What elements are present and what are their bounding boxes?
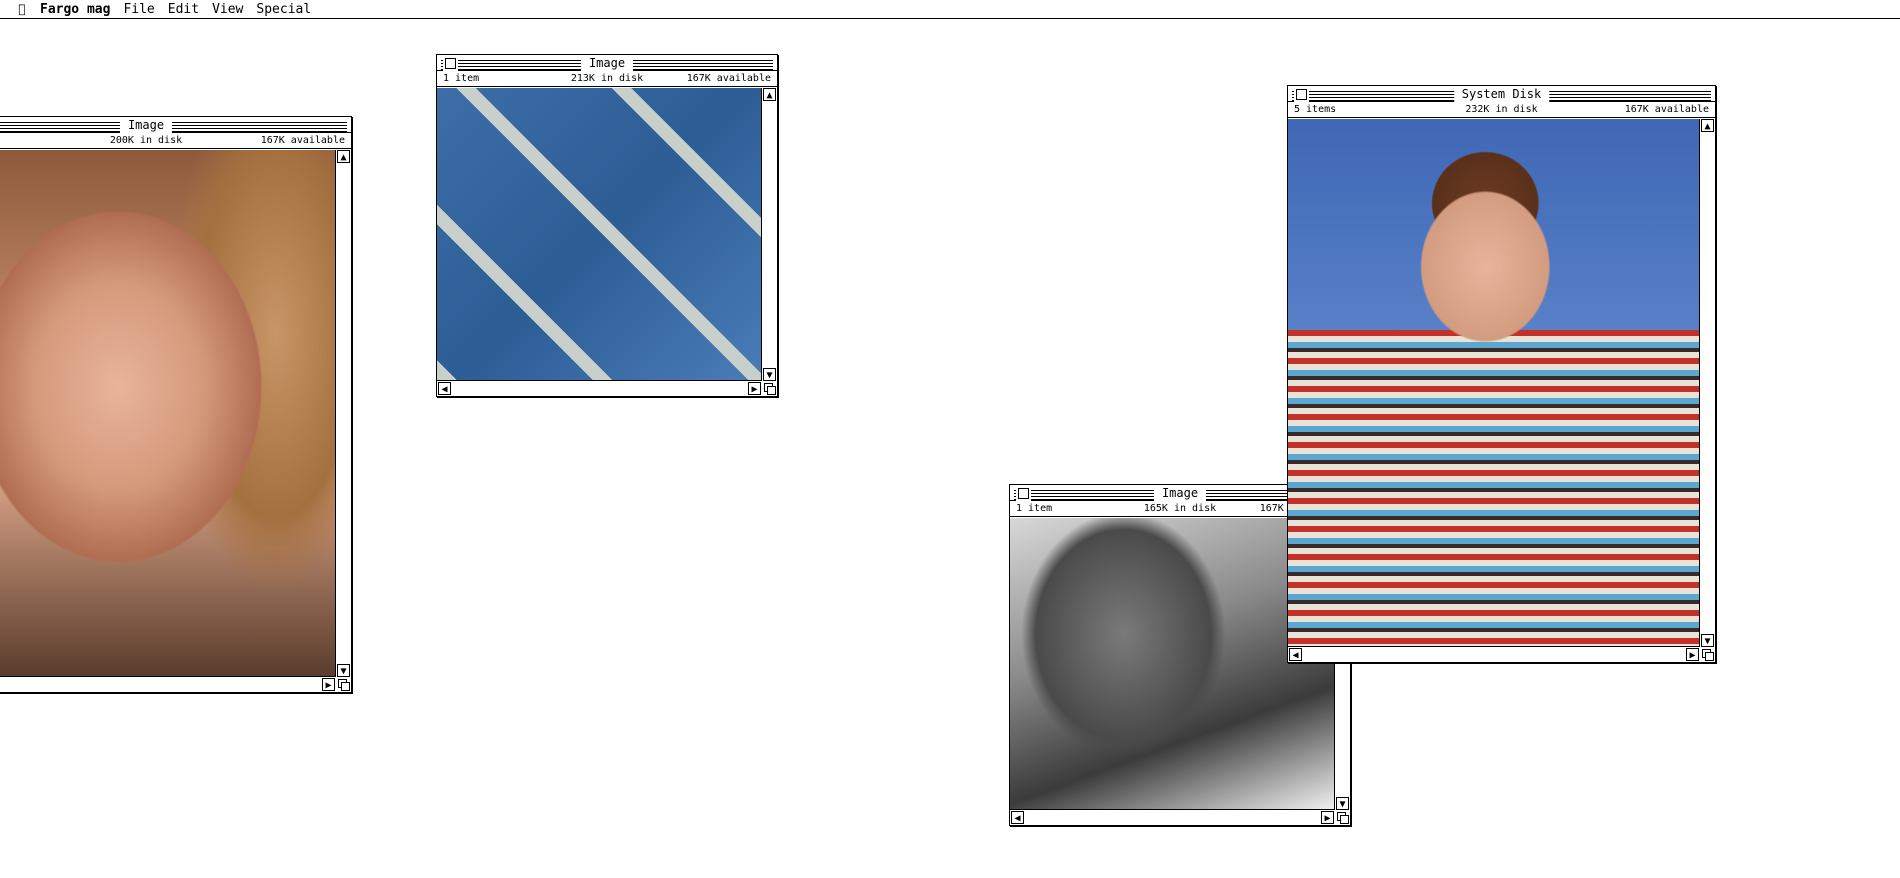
window-title: Image: [580, 55, 634, 71]
resize-box-icon[interactable]: [762, 381, 777, 396]
disk-usage: 165K in disk: [1143, 503, 1217, 514]
window-content: [0, 150, 336, 677]
window-titlebar[interactable]: System Disk: [1288, 86, 1715, 102]
close-box-icon[interactable]: [445, 58, 456, 69]
disk-usage: 200K in disk: [109, 135, 183, 146]
menu-bar:  Fargo mag File Edit View Special: [0, 0, 1900, 19]
window-info-bar: 1 item 213K in disk 167K available: [437, 72, 777, 87]
menu-edit[interactable]: Edit: [168, 2, 199, 17]
floppy-disks-photo: [437, 88, 761, 380]
close-box-icon[interactable]: [1018, 488, 1029, 499]
scroll-up-arrow-icon[interactable]: ▲: [337, 150, 350, 163]
items-count: 5 items: [1294, 104, 1337, 115]
items-count: 1 item: [443, 73, 480, 84]
vertical-scrollbar[interactable]: ▲ ▼: [336, 150, 351, 677]
available-space: 167K available: [260, 135, 345, 146]
scroll-right-arrow-icon[interactable]: ▶: [1321, 811, 1334, 824]
scroll-right-arrow-icon[interactable]: ▶: [748, 382, 761, 395]
horizontal-scrollbar[interactable]: ◀ ▶: [1010, 810, 1335, 825]
scroll-left-arrow-icon[interactable]: ◀: [438, 382, 451, 395]
apple-icon[interactable]: : [14, 2, 30, 16]
horizontal-scrollbar[interactable]: ▶: [0, 677, 336, 692]
scroll-up-arrow-icon[interactable]: ▲: [763, 88, 776, 101]
scroll-left-arrow-icon[interactable]: ◀: [1011, 811, 1024, 824]
striped-sweater-photo: [1288, 119, 1699, 646]
window-title: Image: [119, 117, 173, 133]
scroll-right-arrow-icon[interactable]: ▶: [322, 678, 335, 691]
scroll-left-arrow-icon[interactable]: ◀: [1289, 648, 1302, 661]
scroll-down-arrow-icon[interactable]: ▼: [1701, 634, 1714, 647]
window-info-bar: 200K in disk 167K available: [0, 134, 351, 149]
portrait-photo: [0, 150, 335, 676]
menu-view[interactable]: View: [212, 2, 243, 17]
vertical-scrollbar[interactable]: ▲ ▼: [762, 88, 777, 381]
window-titlebar[interactable]: Image: [437, 55, 777, 71]
resize-box-icon[interactable]: [1335, 810, 1350, 825]
scroll-down-arrow-icon[interactable]: ▼: [763, 368, 776, 381]
items-count: 1 item: [1016, 503, 1053, 514]
menu-special[interactable]: Special: [256, 2, 311, 17]
black-white-photo: [1010, 518, 1334, 809]
scroll-right-arrow-icon[interactable]: ▶: [1686, 648, 1699, 661]
horizontal-scrollbar[interactable]: ◀ ▶: [437, 381, 762, 396]
scroll-down-arrow-icon[interactable]: ▼: [1336, 797, 1349, 810]
menu-app-name[interactable]: Fargo mag: [40, 2, 110, 17]
window-image-portrait[interactable]: Image 200K in disk 167K available ▲ ▼ ▶: [0, 116, 352, 693]
resize-box-icon[interactable]: [336, 677, 351, 692]
window-title: System Disk: [1453, 86, 1550, 102]
available-space: 167K available: [686, 73, 771, 84]
scroll-up-arrow-icon[interactable]: ▲: [1701, 119, 1714, 132]
window-info-bar: 5 items 232K in disk 167K available: [1288, 103, 1715, 118]
close-box-icon[interactable]: [1296, 89, 1307, 100]
window-image-floppy[interactable]: Image 1 item 213K in disk 167K available…: [436, 54, 778, 397]
scroll-down-arrow-icon[interactable]: ▼: [337, 664, 350, 677]
resize-box-icon[interactable]: [1700, 647, 1715, 662]
menu-file[interactable]: File: [123, 2, 154, 17]
horizontal-scrollbar[interactable]: ◀ ▶: [1288, 647, 1700, 662]
vertical-scrollbar[interactable]: ▲ ▼: [1700, 119, 1715, 647]
disk-usage: 232K in disk: [1465, 104, 1538, 115]
window-titlebar[interactable]: Image: [0, 117, 351, 133]
window-content: [1288, 119, 1700, 647]
window-content: [437, 88, 762, 381]
disk-usage: 213K in disk: [570, 73, 644, 84]
available-space: 167K available: [1624, 104, 1709, 115]
window-system-disk[interactable]: System Disk 5 items 232K in disk 167K av…: [1287, 85, 1716, 663]
window-title: Image: [1153, 485, 1207, 501]
